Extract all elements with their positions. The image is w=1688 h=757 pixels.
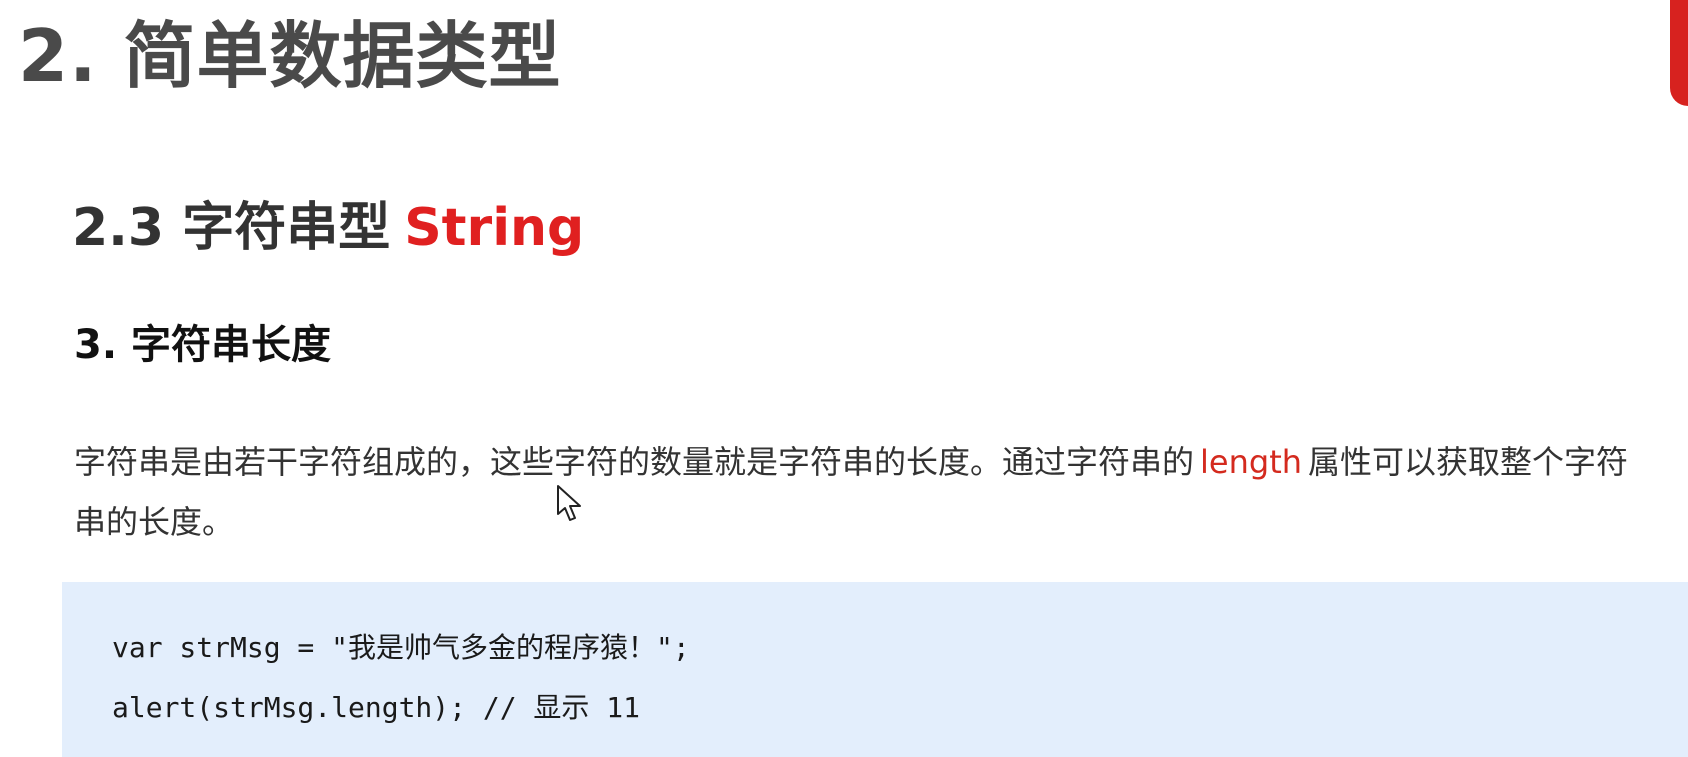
page-title: 2. 简单数据类型	[18, 14, 562, 98]
code-block: var strMsg = "我是帅气多金的程序猿！"; alert(strMsg…	[62, 582, 1688, 757]
subsection-title: 3. 字符串长度	[74, 322, 331, 368]
paragraph-text-after: 属性可以获取整个字符	[1308, 443, 1629, 481]
paragraph-text-before: 字符串是由若干字符组成的，这些字符的数量就是字符串的长度。通过字符串的	[74, 443, 1195, 481]
brand-logo-icon	[1670, 0, 1688, 106]
paragraph-line-1: 字符串是由若干字符组成的，这些字符的数量就是字符串的长度。通过字符串的 lengt…	[74, 432, 1688, 492]
code-line-1: var strMsg = "我是帅气多金的程序猿！";	[112, 631, 690, 664]
mouse-pointer-icon	[557, 485, 581, 521]
section-title: 2.3 字符串型 String	[72, 196, 584, 260]
description-paragraph: 字符串是由若干字符组成的，这些字符的数量就是字符串的长度。通过字符串的 lengt…	[74, 432, 1688, 552]
section-title-text: 2.3 字符串型	[72, 198, 391, 258]
length-keyword: length	[1200, 443, 1303, 481]
corner-watermark	[1528, 0, 1678, 30]
section-title-accent: String	[404, 198, 585, 258]
paragraph-line-2: 串的长度。	[74, 503, 235, 541]
code-line-2: alert(strMsg.length); // 显示 11	[112, 691, 641, 724]
